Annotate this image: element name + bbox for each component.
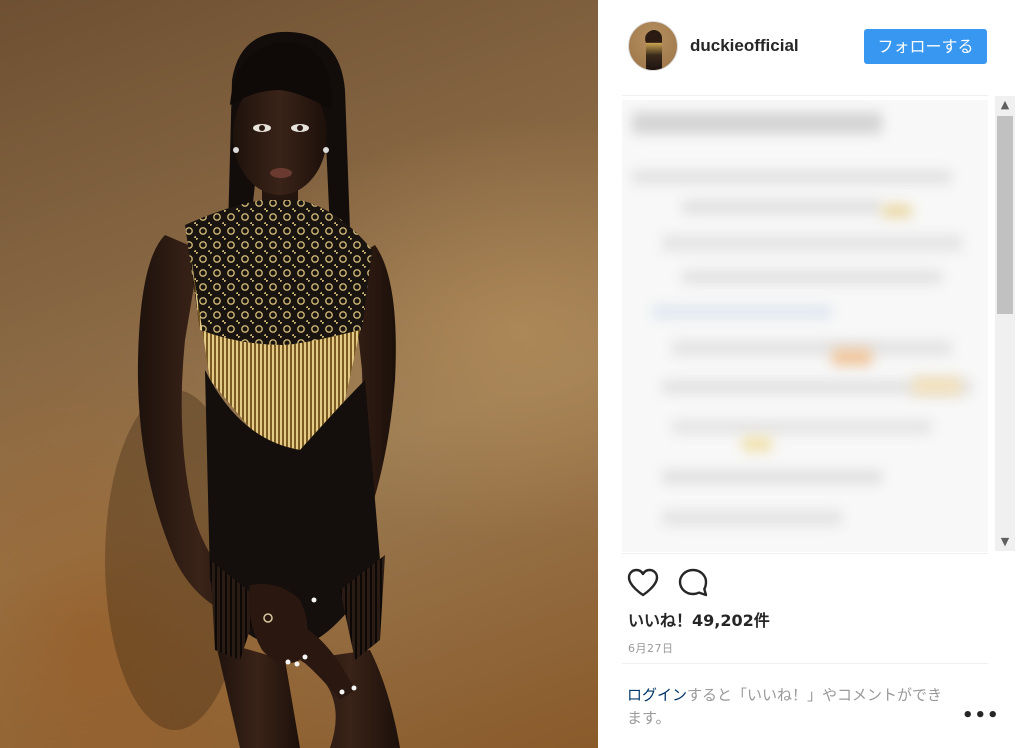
divider [622,553,988,554]
more-options-icon[interactable]: ••• [962,706,999,726]
post-date[interactable]: 6月27日 [628,640,674,656]
scroll-thumb[interactable] [997,116,1013,314]
scroll-down-arrow[interactable]: ▼ [995,533,1015,551]
follow-button[interactable]: フォローする [864,29,987,64]
post-photo[interactable] [0,0,598,748]
login-link[interactable]: ログイン [627,686,687,704]
likes-count[interactable]: いいね！49,202件 [628,607,770,631]
divider [622,95,988,96]
avatar[interactable] [628,21,678,71]
comments-scrollbar[interactable]: ▲ ▼ [995,96,1015,551]
scroll-up-arrow[interactable]: ▲ [995,96,1015,114]
comment-icon[interactable] [676,566,710,600]
comments-list[interactable] [622,100,988,552]
login-prompt: ログインすると「いいね！」やコメントができます。 [627,684,957,730]
heart-icon[interactable] [626,566,660,600]
divider [622,663,988,664]
model-figure-illustration [105,31,400,748]
username[interactable]: duckieofficial [690,36,799,56]
post-details-panel: duckieofficial フォローする ▲ ▼ いいね！49,202件 6月… [598,0,1017,748]
post-header: duckieofficial フォローする [598,0,1017,95]
